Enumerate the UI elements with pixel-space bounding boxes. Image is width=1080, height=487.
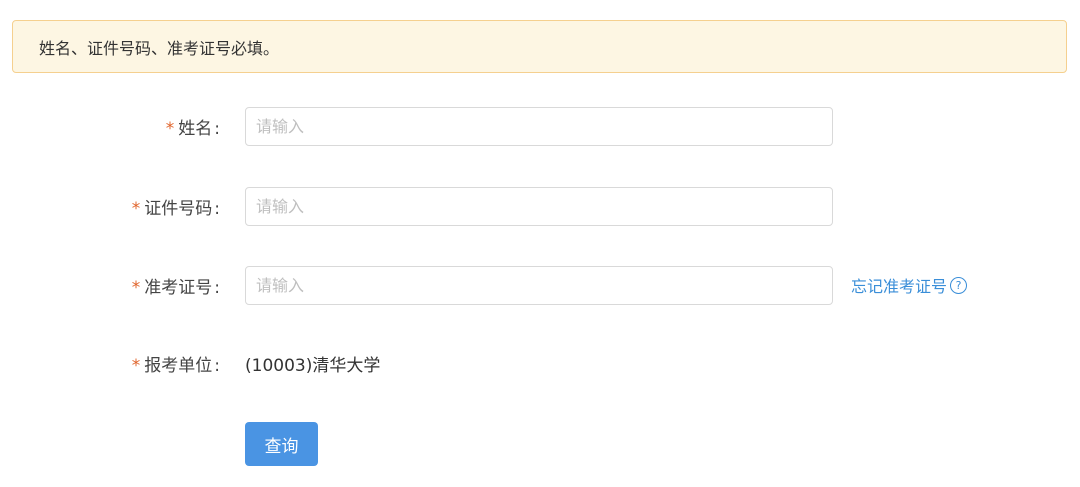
- name-label-text: 姓名: [178, 118, 213, 139]
- label-colon: :: [214, 198, 220, 219]
- exam-number-label-text: 准考证号: [144, 277, 213, 298]
- id-number-input[interactable]: [245, 186, 833, 226]
- name-input[interactable]: [245, 106, 833, 146]
- query-button[interactable]: 查询: [245, 422, 318, 466]
- exam-number-label: * 准考证号:: [0, 273, 220, 298]
- required-mark: *: [165, 118, 175, 139]
- id-number-label-text: 证件号码: [144, 198, 213, 219]
- required-mark: *: [131, 277, 141, 298]
- label-colon: :: [214, 355, 220, 376]
- id-number-label: * 证件号码:: [0, 194, 220, 219]
- name-label: * 姓名:: [0, 114, 220, 139]
- required-mark: *: [131, 355, 141, 376]
- forgot-exam-number-text: 忘记准考证号: [851, 277, 948, 296]
- form-row-name: * 姓名:: [0, 106, 1080, 146]
- forgot-exam-number-link[interactable]: 忘记准考证号 ?: [851, 273, 968, 297]
- required-mark: *: [131, 198, 141, 219]
- label-colon: :: [214, 277, 220, 298]
- form-row-id-number: * 证件号码:: [0, 186, 1080, 226]
- exam-unit-label-text: 报考单位: [144, 355, 213, 376]
- exam-number-input[interactable]: [245, 265, 833, 305]
- form-row-exam-number: *准考证号: 忘记准考证号 ?: [0, 265, 1080, 305]
- query-page: 姓名、证件号码、准考证号必填。 *姓名: *证件号码: *准考证号: 忘记准考证…: [0, 0, 1080, 487]
- label-colon: :: [214, 118, 220, 139]
- notice-text: 姓名、证件号码、准考证号必填。: [39, 38, 280, 58]
- exam-unit-label: * 报考单位:: [0, 351, 220, 376]
- exam-unit-value: (10003)清华大学: [245, 355, 381, 376]
- question-circle-icon: ?: [950, 276, 968, 294]
- form-row-exam-unit: * 报考单位: (10003)清华大学: [0, 343, 1080, 383]
- required-fields-notice: 姓名、证件号码、准考证号必填。: [12, 20, 1067, 73]
